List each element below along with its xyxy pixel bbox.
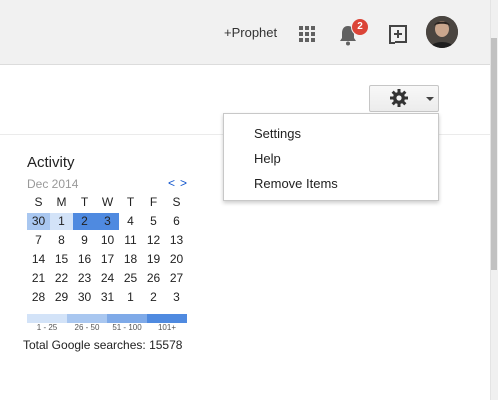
weekday-header: S (172, 195, 181, 209)
weekday-header: W (101, 195, 114, 209)
apps-grid-icon[interactable] (299, 26, 315, 42)
legend-label: 26 - 50 (74, 323, 100, 332)
calendar-day[interactable]: 5 (142, 213, 165, 230)
calendar-day[interactable]: 30 (27, 213, 50, 230)
calendar-day[interactable]: 4 (119, 213, 142, 230)
next-month-link[interactable]: > (180, 176, 187, 190)
notification-count-badge[interactable]: 2 (351, 18, 369, 36)
calendar-day[interactable]: 31 (96, 289, 119, 306)
calendar-day[interactable]: 14 (27, 251, 50, 268)
calendar-day[interactable]: 7 (27, 232, 50, 249)
legend-swatch (67, 314, 107, 323)
calendar-day[interactable]: 6 (165, 213, 188, 230)
activity-title: Activity (27, 154, 75, 171)
calendar-day[interactable]: 22 (50, 270, 73, 287)
calendar-day[interactable]: 2 (73, 213, 96, 230)
calendar-day[interactable]: 26 (142, 270, 165, 287)
calendar-day[interactable]: 12 (142, 232, 165, 249)
previous-month-link[interactable]: < (168, 176, 175, 190)
calendar-day[interactable]: 17 (96, 251, 119, 268)
calendar-day[interactable]: 16 (73, 251, 96, 268)
page-scrollbar-thumb[interactable] (491, 38, 497, 270)
calendar-day[interactable]: 11 (119, 232, 142, 249)
user-avatar[interactable] (426, 16, 458, 48)
legend-label: 101+ (157, 323, 177, 332)
calendar-day[interactable]: 8 (50, 232, 73, 249)
gear-icon (390, 89, 408, 107)
share-post-icon[interactable] (388, 24, 408, 44)
calendar-month: Dec 2014 (27, 177, 79, 191)
weekday-header: S (34, 195, 43, 209)
weekday-header: F (149, 195, 158, 209)
calendar-day[interactable]: 3 (165, 289, 188, 306)
calendar-day[interactable]: 24 (96, 270, 119, 287)
weekday-header: T (80, 195, 89, 209)
calendar-day[interactable]: 20 (165, 251, 188, 268)
menu-item-settings[interactable]: Settings (254, 126, 301, 141)
calendar-day[interactable]: 25 (119, 270, 142, 287)
top-bar: +Prophet 2 (0, 0, 490, 65)
calendar-day[interactable]: 9 (73, 232, 96, 249)
calendar-day[interactable]: 18 (119, 251, 142, 268)
legend-swatch (107, 314, 147, 323)
calendar-day[interactable]: 15 (50, 251, 73, 268)
calendar-day[interactable]: 3 (96, 213, 119, 230)
legend-swatch (27, 314, 67, 323)
weekday-header: M (56, 195, 67, 209)
calendar-day[interactable]: 28 (27, 289, 50, 306)
total-searches: Total Google searches: 15578 (23, 338, 183, 352)
menu-item-help[interactable]: Help (254, 151, 281, 166)
calendar-day[interactable]: 10 (96, 232, 119, 249)
weekday-header: T (126, 195, 135, 209)
calendar-day[interactable]: 23 (73, 270, 96, 287)
calendar-day[interactable]: 27 (165, 270, 188, 287)
chevron-down-icon (426, 97, 434, 101)
calendar-day[interactable]: 2 (142, 289, 165, 306)
calendar-day[interactable]: 19 (142, 251, 165, 268)
calendar-day[interactable]: 30 (73, 289, 96, 306)
legend-label: 51 - 100 (112, 323, 142, 332)
calendar-day[interactable]: 1 (50, 213, 73, 230)
calendar-day[interactable]: 1 (119, 289, 142, 306)
calendar-day[interactable]: 13 (165, 232, 188, 249)
settings-dropdown-menu: Settings Help Remove Items (223, 113, 439, 201)
settings-gear-button[interactable] (369, 85, 439, 112)
legend-swatch (147, 314, 187, 323)
legend-label: 1 - 25 (36, 323, 58, 332)
plus-profile-link[interactable]: +Prophet (224, 25, 277, 40)
menu-item-remove-items[interactable]: Remove Items (254, 176, 338, 191)
calendar-day[interactable]: 21 (27, 270, 50, 287)
calendar-day[interactable]: 29 (50, 289, 73, 306)
